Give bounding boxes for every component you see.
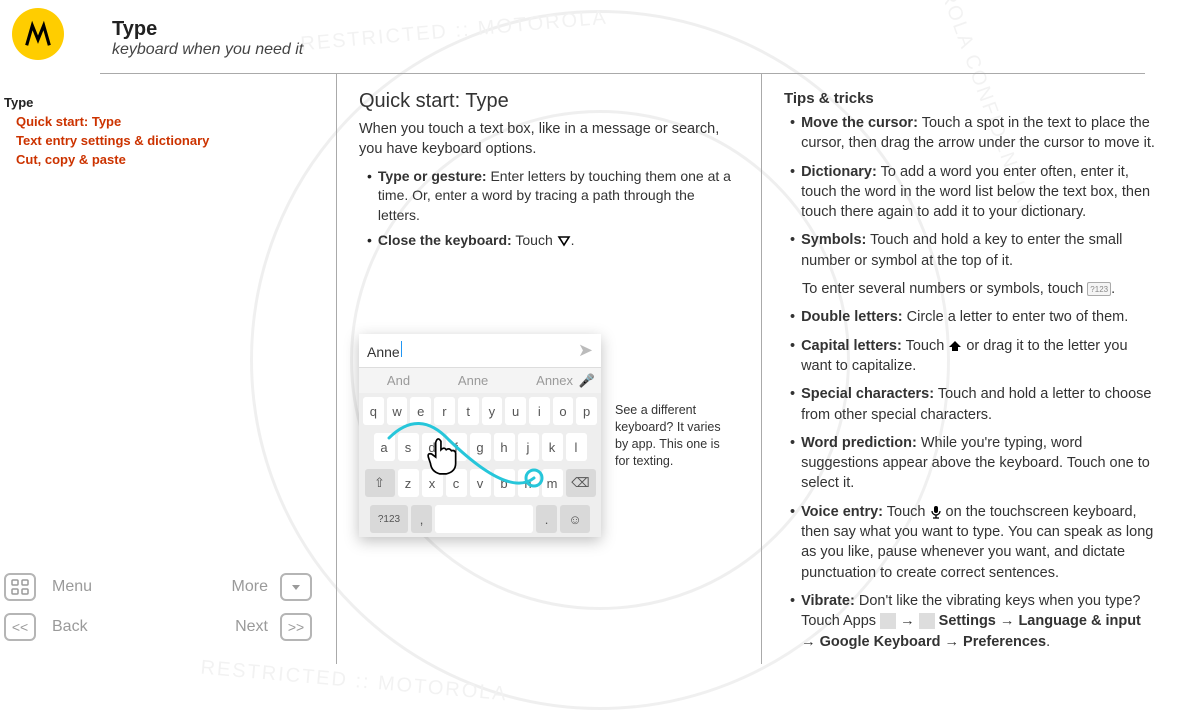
symbols-key: ?123 [370,505,408,533]
section-heading: Quick start: Type [359,90,739,113]
tip-capital-letters: •Capital letters: Touch or drag it to th… [790,336,1155,377]
key: i [529,397,550,425]
tip-vibrate: •Vibrate: Don't like the vibrating keys … [790,591,1155,652]
hand-pointer-icon [421,434,463,476]
tip-word-prediction: •Word prediction: While you're typing, w… [790,433,1155,494]
send-icon: ➤ [578,340,593,361]
key: k [542,433,563,461]
backspace-key: ⌫ [566,469,596,497]
key: j [518,433,539,461]
more-icon[interactable] [280,573,312,601]
comma-key: , [411,505,432,533]
shift-key: ⇧ [365,469,395,497]
key: t [458,397,479,425]
microphone-icon [930,504,942,520]
back-button[interactable]: Back [48,618,156,636]
tip-symbols: •Symbols: Touch and hold a key to enter … [790,230,1155,271]
toc-link-cut-copy-paste[interactable]: Cut, copy & paste [16,151,316,170]
tip-move-cursor: •Move the cursor: Touch a spot in the te… [790,113,1155,154]
kbd-typed-text: Anne [367,344,400,360]
key: e [410,397,431,425]
menu-button[interactable]: Menu [48,578,156,596]
key: o [553,397,574,425]
suggestion-2: Anne [458,373,488,388]
settings-icon [919,613,935,629]
tip-special-characters: •Special characters: Touch and hold a le… [790,384,1155,425]
key: g [470,433,491,461]
key: y [482,397,503,425]
symbols-badge-icon: ?123 [1087,282,1111,296]
key: r [434,397,455,425]
shift-icon [948,338,962,354]
key: m [542,469,563,497]
keyboard-note: See a different keyboard? It varies by a… [615,402,735,470]
more-button[interactable]: More [164,578,272,596]
section-intro: When you touch a text box, like in a mes… [359,119,739,159]
mic-icon: 🎤 [579,373,595,389]
key: n [518,469,539,497]
key: w [387,397,408,425]
next-button[interactable]: Next [164,618,272,636]
tips-heading: Tips & tricks [784,90,1155,107]
suggestion-1: And [387,373,410,388]
tip-voice-entry: •Voice entry: Touch on the touchscreen k… [790,502,1155,583]
bullet-type-or-gesture: • Type or gesture: Enter letters by touc… [367,167,739,225]
toc-link-text-entry[interactable]: Text entry settings & dictionary [16,132,316,151]
key: l [566,433,587,461]
menu-icon[interactable] [4,573,36,601]
table-of-contents: Type Quick start: Type Text entry settin… [4,94,316,169]
toc-link-quick-start[interactable]: Quick start: Type [16,113,316,132]
bullet-close-keyboard: • Close the keyboard: Touch . [367,231,739,250]
toc-heading: Type [4,94,316,113]
tip-dictionary: •Dictionary: To add a word you enter oft… [790,162,1155,223]
page-subtitle: keyboard when you need it [112,41,303,59]
key: u [505,397,526,425]
key: s [398,433,419,461]
keyboard-screenshot: Anne ➤ And Anne Annex 🎤 q w e [359,334,601,537]
key: b [494,469,515,497]
tip-symbols-sub: To enter several numbers or symbols, tou… [802,279,1155,299]
tip-double-letters: •Double letters: Circle a letter to ente… [790,307,1155,327]
apps-icon [880,613,896,629]
back-icon[interactable]: << [4,613,36,641]
key: a [374,433,395,461]
key: z [398,469,419,497]
page-title: Type [112,18,303,41]
key: h [494,433,515,461]
page-header: Type keyboard when you need it [100,0,1145,74]
period-key: . [536,505,557,533]
motorola-logo-icon [12,8,64,60]
key: v [470,469,491,497]
key: q [363,397,384,425]
space-key [435,505,533,533]
suggestion-3: Annex [536,373,573,388]
emoji-key: ☺ [560,505,590,533]
next-icon[interactable]: >> [280,613,312,641]
key: p [576,397,597,425]
nav-down-icon [557,234,571,248]
